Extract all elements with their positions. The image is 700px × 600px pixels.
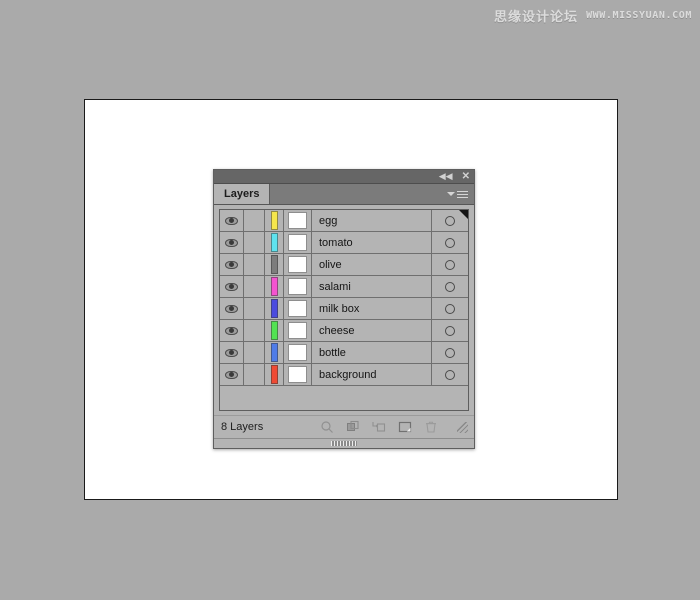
- layer-thumbnail: [284, 298, 312, 319]
- target-indicator[interactable]: [432, 364, 468, 385]
- layer-name[interactable]: egg: [312, 210, 432, 231]
- tab-layers[interactable]: Layers: [214, 184, 271, 204]
- delete-layer-icon[interactable]: [423, 420, 438, 435]
- watermark-chinese-text: 思缘设计论坛: [494, 10, 579, 25]
- layer-thumbnail: [284, 210, 312, 231]
- visibility-toggle[interactable]: [220, 320, 244, 341]
- layers-list-empty-area: [220, 386, 468, 410]
- target-indicator[interactable]: [432, 320, 468, 341]
- layer-thumbnail: [284, 364, 312, 385]
- layer-name[interactable]: background: [312, 364, 432, 385]
- table-row[interactable]: cheese: [220, 320, 468, 342]
- table-row[interactable]: egg: [220, 210, 468, 232]
- table-row[interactable]: salami: [220, 276, 468, 298]
- layers-list: egg tomato olive salami milk box cheese …: [219, 209, 469, 411]
- layer-color-swatch: [265, 364, 284, 385]
- layer-name[interactable]: tomato: [312, 232, 432, 253]
- panel-tabstrip: Layers: [214, 184, 474, 205]
- panel-menu-icon[interactable]: [447, 184, 474, 204]
- visibility-toggle[interactable]: [220, 342, 244, 363]
- table-row[interactable]: bottle: [220, 342, 468, 364]
- double-left-arrow-icon[interactable]: ◀◀: [439, 172, 453, 181]
- layer-count-label: 8 Layers: [221, 421, 264, 433]
- layer-name[interactable]: salami: [312, 276, 432, 297]
- eye-icon: [225, 326, 238, 335]
- layer-thumbnail: [284, 232, 312, 253]
- table-row[interactable]: tomato: [220, 232, 468, 254]
- color-strip: [270, 233, 278, 252]
- layer-thumbnail: [284, 276, 312, 297]
- layer-color-swatch: [265, 276, 284, 297]
- hamburger-icon: [457, 190, 468, 198]
- layers-panel: ◀◀ ✕ Layers egg tomato olive salami milk…: [213, 169, 475, 449]
- table-row[interactable]: milk box: [220, 298, 468, 320]
- eye-icon: [225, 304, 238, 313]
- eye-icon: [225, 348, 238, 357]
- layer-thumbnail: [284, 320, 312, 341]
- target-indicator[interactable]: [432, 232, 468, 253]
- resize-grip-icon[interactable]: [457, 421, 468, 433]
- locate-object-icon[interactable]: [319, 420, 334, 435]
- visibility-toggle[interactable]: [220, 276, 244, 297]
- color-strip: [270, 365, 278, 384]
- layer-color-swatch: [265, 210, 284, 231]
- eye-icon: [225, 282, 238, 291]
- target-indicator[interactable]: [432, 254, 468, 275]
- panel-titlebar: ◀◀ ✕: [214, 170, 474, 184]
- lock-toggle[interactable]: [244, 342, 265, 363]
- tabstrip-filler: [270, 184, 447, 204]
- layer-name[interactable]: milk box: [312, 298, 432, 319]
- visibility-toggle[interactable]: [220, 232, 244, 253]
- layer-name[interactable]: bottle: [312, 342, 432, 363]
- new-sublayer-icon[interactable]: [371, 420, 386, 435]
- lock-toggle[interactable]: [244, 298, 265, 319]
- layer-color-swatch: [265, 342, 284, 363]
- watermark-url-text: WWW.MISSYUAN.COM: [586, 10, 692, 21]
- watermark: 思缘设计论坛 WWW.MISSYUAN.COM: [494, 6, 692, 25]
- drag-handle-grip-icon: [331, 441, 357, 446]
- visibility-toggle[interactable]: [220, 364, 244, 385]
- layer-color-swatch: [265, 320, 284, 341]
- color-strip: [270, 277, 278, 296]
- color-strip: [270, 299, 278, 318]
- layer-name[interactable]: olive: [312, 254, 432, 275]
- lock-toggle[interactable]: [244, 364, 265, 385]
- tab-layers-label: Layers: [224, 188, 260, 200]
- color-strip: [270, 255, 278, 274]
- target-indicator[interactable]: [432, 342, 468, 363]
- visibility-toggle[interactable]: [220, 210, 244, 231]
- layer-color-swatch: [265, 254, 284, 275]
- lock-toggle[interactable]: [244, 254, 265, 275]
- target-indicator[interactable]: [432, 298, 468, 319]
- panel-footer: 8 Layers: [214, 415, 474, 438]
- panel-footer-icons: [319, 420, 470, 435]
- table-row[interactable]: olive: [220, 254, 468, 276]
- color-strip: [270, 321, 278, 340]
- layer-thumbnail: [284, 254, 312, 275]
- layer-color-swatch: [265, 232, 284, 253]
- eye-icon: [225, 260, 238, 269]
- visibility-toggle[interactable]: [220, 298, 244, 319]
- visibility-toggle[interactable]: [220, 254, 244, 275]
- color-strip: [270, 211, 278, 230]
- chevron-down-icon: [447, 192, 455, 196]
- close-icon[interactable]: ✕: [462, 171, 470, 182]
- eye-icon: [225, 238, 238, 247]
- eye-icon: [225, 370, 238, 379]
- target-indicator[interactable]: [432, 276, 468, 297]
- lock-toggle[interactable]: [244, 210, 265, 231]
- lock-toggle[interactable]: [244, 276, 265, 297]
- target-indicator[interactable]: [432, 210, 468, 231]
- layer-color-swatch: [265, 298, 284, 319]
- table-row[interactable]: background: [220, 364, 468, 386]
- new-layer-icon[interactable]: [397, 420, 412, 435]
- lock-toggle[interactable]: [244, 320, 265, 341]
- color-strip: [270, 343, 278, 362]
- layer-thumbnail: [284, 342, 312, 363]
- clipping-mask-icon[interactable]: [345, 420, 360, 435]
- eye-icon: [225, 216, 238, 225]
- panel-drag-handle[interactable]: [214, 438, 474, 448]
- lock-toggle[interactable]: [244, 232, 265, 253]
- layer-name[interactable]: cheese: [312, 320, 432, 341]
